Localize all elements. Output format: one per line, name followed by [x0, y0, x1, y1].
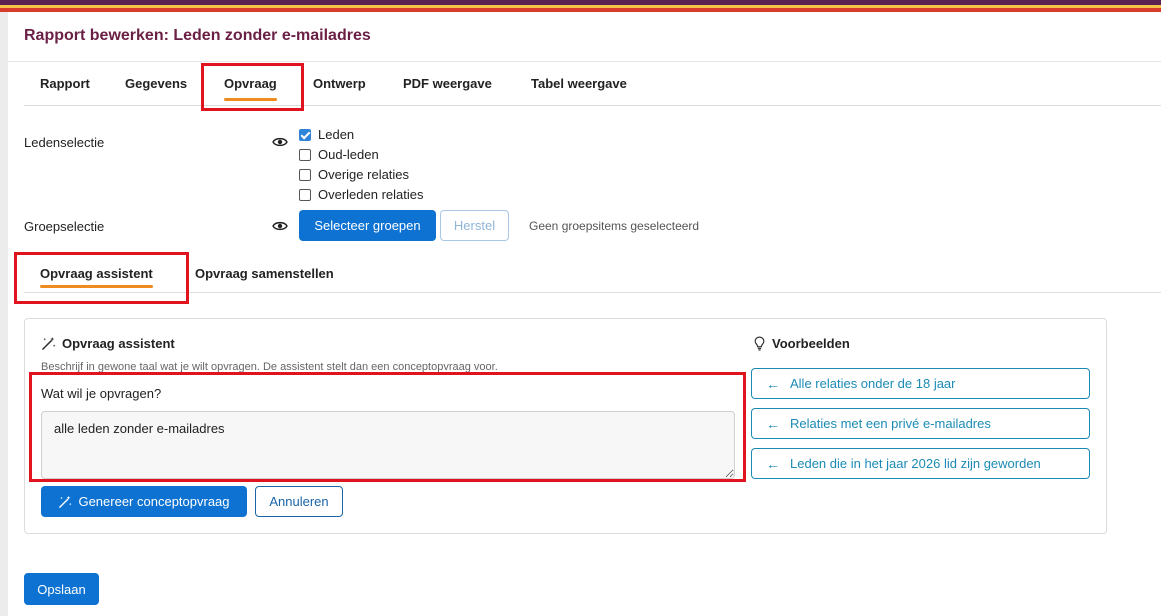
- left-edge: [0, 12, 8, 616]
- examples-title: Voorbeelden: [753, 336, 850, 351]
- generate-draft-button[interactable]: Genereer conceptopvraag: [41, 486, 247, 517]
- select-groups-button[interactable]: Selecteer groepen: [299, 210, 436, 241]
- eye-icon[interactable]: [272, 220, 288, 232]
- tab-opvraag-assistent[interactable]: Opvraag assistent: [40, 255, 153, 293]
- example-button-private-email[interactable]: ← Relaties met een privé e-mailadres: [751, 408, 1090, 439]
- eye-icon[interactable]: [272, 136, 288, 148]
- arrow-left-icon: ←: [766, 415, 780, 432]
- checkbox-oud-leden[interactable]: [299, 149, 311, 161]
- tab-opvraag-samenstellen[interactable]: Opvraag samenstellen: [195, 255, 334, 293]
- tab-gegevens[interactable]: Gegevens: [125, 62, 187, 106]
- assistant-panel: Opvraag assistent Beschrijf in gewone ta…: [24, 318, 1107, 534]
- brand-stripe: [0, 0, 1161, 12]
- member-selection-label: Ledenselectie: [24, 135, 105, 150]
- assistant-title-text: Opvraag assistent: [62, 336, 175, 351]
- checkbox-label-overleden-relaties: Overleden relaties: [318, 187, 424, 202]
- lightbulb-icon: [754, 336, 765, 351]
- checkbox-label-leden: Leden: [318, 127, 355, 142]
- generate-draft-label: Genereer conceptopvraag: [78, 494, 230, 509]
- page-title: Rapport bewerken: Leden zonder e-mailadr…: [24, 27, 371, 44]
- tab-rapport[interactable]: Rapport: [40, 62, 90, 106]
- tab-ontwerp[interactable]: Ontwerp: [313, 62, 366, 106]
- reset-button: Herstel: [440, 210, 509, 241]
- cancel-button[interactable]: Annuleren: [255, 486, 343, 517]
- example-label: Alle relaties onder de 18 jaar: [790, 376, 956, 391]
- group-selection-status: Geen groepsitems geselecteerd: [529, 219, 700, 233]
- query-textarea[interactable]: alle leden zonder e-mailadres: [41, 411, 735, 479]
- example-button-joined-2026[interactable]: ← Leden die in het jaar 2026 lid zijn ge…: [751, 448, 1090, 479]
- checkbox-leden[interactable]: [299, 129, 311, 141]
- assistant-help-text: Beschrijf in gewone taal wat je wilt opv…: [41, 361, 498, 373]
- checkbox-label-oud-leden: Oud-leden: [318, 147, 379, 162]
- group-selection-label: Groepselectie: [24, 219, 105, 234]
- main-tabs: Rapport Gegevens Opvraag Ontwerp PDF wee…: [24, 62, 1161, 106]
- example-label: Leden die in het jaar 2026 lid zijn gewo…: [790, 456, 1041, 471]
- checkbox-overleden-relaties[interactable]: [299, 189, 311, 201]
- magic-wand-icon: [59, 495, 72, 508]
- example-label: Relaties met een privé e-mailadres: [790, 416, 991, 431]
- checkbox-overige-relaties[interactable]: [299, 169, 311, 181]
- example-button-under-18[interactable]: ← Alle relaties onder de 18 jaar: [751, 368, 1090, 399]
- arrow-left-icon: ←: [766, 455, 780, 472]
- checkbox-label-overige-relaties: Overige relaties: [318, 167, 410, 182]
- tab-pdf-weergave[interactable]: PDF weergave: [403, 62, 492, 106]
- save-button[interactable]: Opslaan: [24, 573, 99, 605]
- assistant-title: Opvraag assistent: [41, 336, 175, 351]
- tab-tabel-weergave[interactable]: Tabel weergave: [531, 62, 627, 106]
- query-tabs: Opvraag assistent Opvraag samenstellen: [24, 255, 1161, 293]
- query-field-label: Wat wil je opvragen?: [41, 386, 162, 401]
- arrow-left-icon: ←: [766, 375, 780, 392]
- tab-opvraag[interactable]: Opvraag: [224, 62, 277, 106]
- magic-wand-icon: [42, 336, 56, 350]
- examples-title-text: Voorbeelden: [772, 336, 850, 351]
